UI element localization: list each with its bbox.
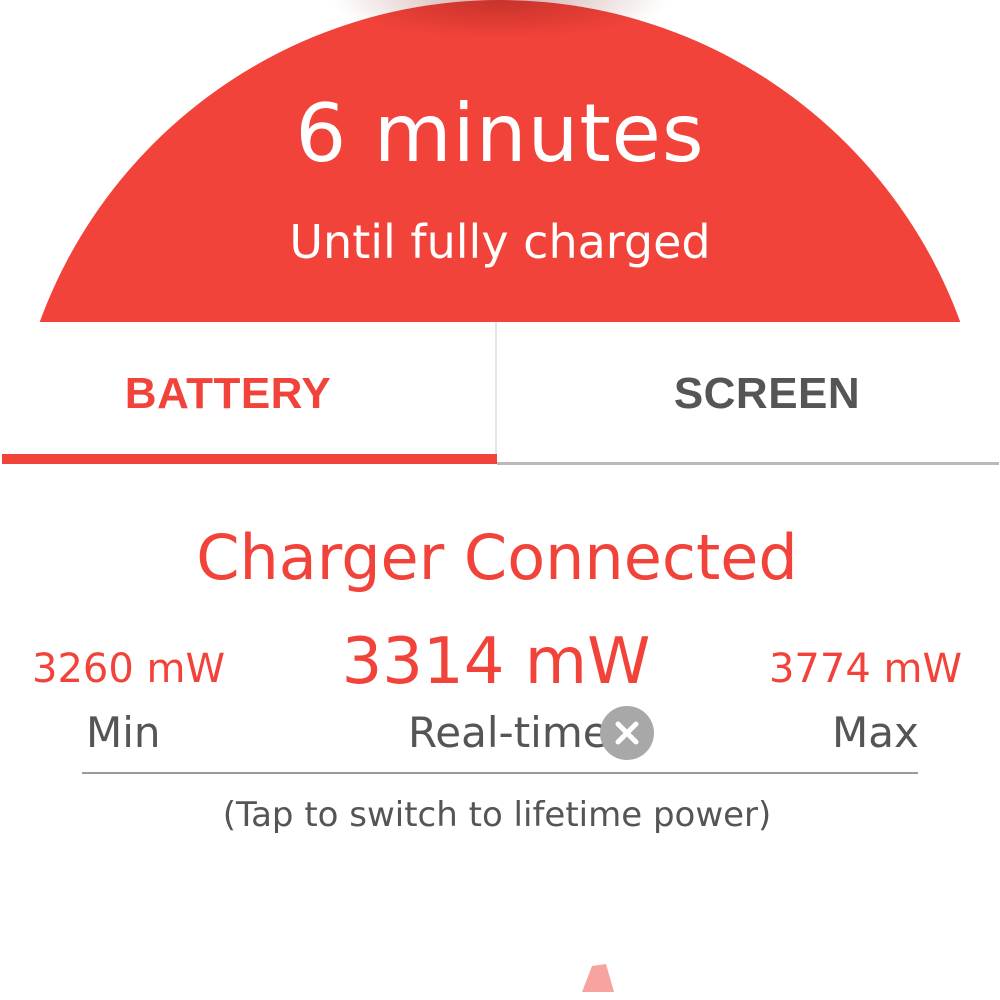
scroll-indicator-icon	[582, 964, 614, 992]
switch-mode-hint[interactable]: (Tap to switch to lifetime power)	[0, 792, 994, 838]
header-shadow	[330, 0, 670, 40]
tab-battery[interactable]: BATTERY	[0, 322, 456, 466]
power-realtime-label: Real-time	[408, 708, 609, 757]
time-remaining-caption: Until fully charged	[289, 215, 711, 269]
power-max-label: Max	[832, 708, 919, 757]
power-realtime-value[interactable]: 3314 mW	[296, 624, 696, 700]
power-min-value: 3260 mW	[32, 646, 226, 692]
time-remaining-value: 6 minutes	[295, 87, 705, 180]
power-divider	[82, 772, 918, 774]
watch-screen: 6 minutes Until fully charged BATTERY SC…	[0, 0, 1000, 1000]
power-max-value: 3774 mW	[768, 646, 962, 692]
close-circle-icon	[615, 721, 639, 745]
charger-status-title: Charger Connected	[196, 521, 798, 594]
reset-button[interactable]	[600, 706, 654, 760]
tab-selected-indicator	[2, 454, 497, 464]
charge-time-header: 6 minutes Until fully charged	[0, 0, 1000, 322]
tab-screen[interactable]: SCREEN	[497, 322, 1000, 466]
tab-bar: BATTERY SCREEN	[0, 322, 1000, 466]
tab-underline	[497, 462, 999, 465]
power-min-label: Min	[86, 708, 161, 757]
